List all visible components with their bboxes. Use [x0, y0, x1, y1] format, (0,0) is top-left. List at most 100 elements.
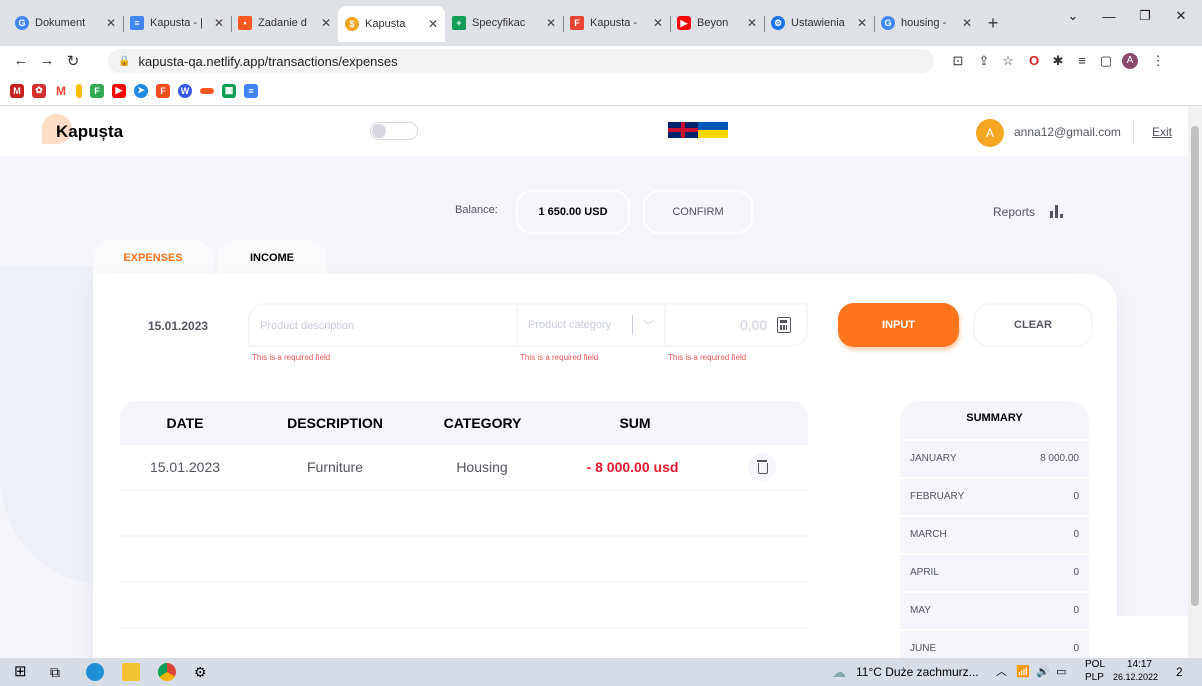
tab-title: Beyon: [697, 17, 729, 29]
task-view-icon[interactable]: ⧉: [50, 663, 68, 681]
menu-kebab-icon[interactable]: ⋮: [1150, 53, 1166, 69]
tab-strip: G Dokument ✕ ≡ Kapusta - | ✕ ▪ Zadanie d…: [8, 6, 1007, 44]
browser-tab[interactable]: + Specyfikac ✕: [445, 8, 563, 38]
notifications-icon[interactable]: 2: [1176, 663, 1194, 681]
tab-expenses[interactable]: EXPENSES: [93, 240, 213, 276]
clock-time[interactable]: 14:17: [1127, 659, 1152, 670]
close-tab-icon[interactable]: ✕: [321, 16, 331, 30]
settings-gear-icon[interactable]: ⚙: [194, 663, 212, 681]
forward-arrow-icon[interactable]: →: [38, 52, 56, 69]
close-tab-icon[interactable]: ✕: [428, 17, 438, 31]
delete-trash-icon[interactable]: [748, 453, 776, 481]
file-explorer-icon[interactable]: [122, 663, 140, 681]
translate-icon[interactable]: ⊡: [950, 53, 966, 69]
bookmark-star-icon[interactable]: ☆: [1000, 53, 1016, 69]
browser-tab[interactable]: G housing - ✕: [874, 8, 979, 38]
close-tab-icon[interactable]: ✕: [106, 16, 116, 30]
clear-button[interactable]: CLEAR: [973, 303, 1093, 347]
confirm-button[interactable]: CONFIRM: [643, 190, 753, 234]
gmail-icon[interactable]: M: [54, 83, 68, 98]
browser-tab[interactable]: F Kapusta - ✕: [563, 8, 670, 38]
telegram-icon[interactable]: ➤: [134, 83, 148, 98]
close-window-button[interactable]: ✕: [1166, 6, 1196, 26]
youtube-bookmark-icon[interactable]: ▶: [112, 83, 126, 98]
close-tab-icon[interactable]: ✕: [653, 16, 663, 30]
product-description-input[interactable]: Product description: [260, 320, 354, 332]
side-panel-icon[interactable]: ▢: [1098, 53, 1114, 69]
notification-count: 2: [1176, 665, 1183, 679]
theme-toggle[interactable]: [370, 122, 418, 140]
bookmark-emblem-icon[interactable]: ✿: [32, 83, 46, 98]
exit-link[interactable]: Exit: [1152, 125, 1172, 139]
tab-title: housing -: [901, 17, 947, 29]
docs-bookmark-icon[interactable]: ≡: [244, 83, 258, 98]
browser-tab[interactable]: ≡ Kapusta - | ✕: [123, 8, 231, 38]
chrome-icon[interactable]: [158, 663, 176, 681]
youtube-icon: ▶: [677, 16, 691, 30]
weather-cloud-icon[interactable]: ☁: [832, 663, 852, 681]
browser-tab[interactable]: ▶ Beyon ✕: [670, 8, 764, 38]
battery-icon[interactable]: ▭: [1056, 663, 1074, 681]
form-divider: [516, 305, 518, 345]
volume-icon[interactable]: 🔊: [1036, 663, 1054, 681]
edge-icon[interactable]: [86, 663, 104, 681]
restore-button[interactable]: ❐: [1130, 6, 1160, 26]
network-icon[interactable]: 📶: [1016, 663, 1034, 681]
close-tab-icon[interactable]: ✕: [546, 16, 556, 30]
profile-avatar[interactable]: A: [1122, 53, 1138, 69]
bookmark-icon[interactable]: [76, 83, 82, 98]
bookmark-m-icon[interactable]: M: [10, 83, 24, 98]
figma-bookmark-icon[interactable]: F: [156, 83, 170, 98]
new-tab-button[interactable]: +: [979, 8, 1007, 38]
input-button[interactable]: INPUT: [838, 303, 959, 347]
tab-search-icon[interactable]: ⌄: [1058, 6, 1088, 26]
logo-text[interactable]: Kapușta: [56, 122, 123, 142]
input-language[interactable]: POL: [1085, 659, 1105, 670]
browser-tab-active[interactable]: $ Kapusta ✕: [338, 6, 445, 42]
back-arrow-icon[interactable]: ←: [12, 52, 30, 69]
bar-chart-icon[interactable]: [1050, 205, 1064, 218]
close-tab-icon[interactable]: ✕: [857, 16, 867, 30]
extensions-puzzle-icon[interactable]: ✱: [1050, 53, 1066, 69]
bookmark-f-icon[interactable]: F: [90, 83, 104, 98]
url-input[interactable]: 🔒 kapusta-qa.netlify.app/transactions/ex…: [108, 49, 934, 73]
date-picker[interactable]: 15.01.2023: [148, 319, 208, 333]
scrollbar-thumb[interactable]: [1191, 126, 1199, 606]
close-tab-icon[interactable]: ✕: [214, 16, 224, 30]
clock-date[interactable]: 26.12.2022: [1113, 672, 1158, 682]
reading-list-icon[interactable]: ≡: [1074, 53, 1090, 69]
chevron-down-icon[interactable]: ﹀: [643, 317, 654, 333]
product-category-select[interactable]: Product category: [528, 319, 611, 331]
share-icon[interactable]: ⇪: [976, 53, 992, 69]
amount-input[interactable]: 0,00: [740, 317, 767, 333]
close-tab-icon[interactable]: ✕: [747, 16, 757, 30]
header-divider: [1133, 120, 1134, 144]
opera-extension-icon[interactable]: O: [1026, 53, 1042, 69]
browser-tab[interactable]: ⚙ Ustawienia ✕: [764, 8, 874, 38]
uk-flag-icon[interactable]: [668, 122, 698, 138]
browser-tab[interactable]: G Dokument ✕: [8, 8, 123, 38]
browser-tab[interactable]: ▪ Zadanie d ✕: [231, 8, 338, 38]
row-description: Furniture: [306, 459, 364, 475]
user-email: anna12@gmail.com: [1014, 125, 1121, 139]
page-scrollbar[interactable]: [1188, 106, 1202, 658]
reports-link[interactable]: Reports: [993, 205, 1035, 219]
minimize-button[interactable]: —: [1094, 6, 1124, 26]
reload-icon[interactable]: ↻: [64, 52, 82, 70]
column-header-sum: SUM: [619, 415, 651, 431]
tray-chevron-up-icon[interactable]: ︿: [996, 663, 1014, 681]
close-tab-icon[interactable]: ✕: [962, 16, 972, 30]
sheets-bookmark-icon[interactable]: ▦: [222, 83, 236, 98]
weather-text[interactable]: 11°C Duże zachmurz...: [856, 665, 979, 679]
summary-value: 0: [1073, 605, 1079, 616]
background-decoration: [1100, 616, 1190, 658]
windows-start-icon[interactable]: ⊞: [14, 663, 32, 681]
tab-income[interactable]: INCOME: [217, 240, 327, 276]
column-header-description: DESCRIPTION: [287, 415, 383, 431]
input-language-secondary[interactable]: PLP: [1085, 672, 1104, 683]
calculator-icon[interactable]: [777, 317, 791, 333]
bookmark-bar-icon[interactable]: [200, 87, 214, 94]
ukraine-flag-icon[interactable]: [698, 122, 728, 138]
wordpress-icon[interactable]: W: [178, 83, 192, 98]
balance-input[interactable]: 1 650.00 USD: [516, 190, 630, 234]
